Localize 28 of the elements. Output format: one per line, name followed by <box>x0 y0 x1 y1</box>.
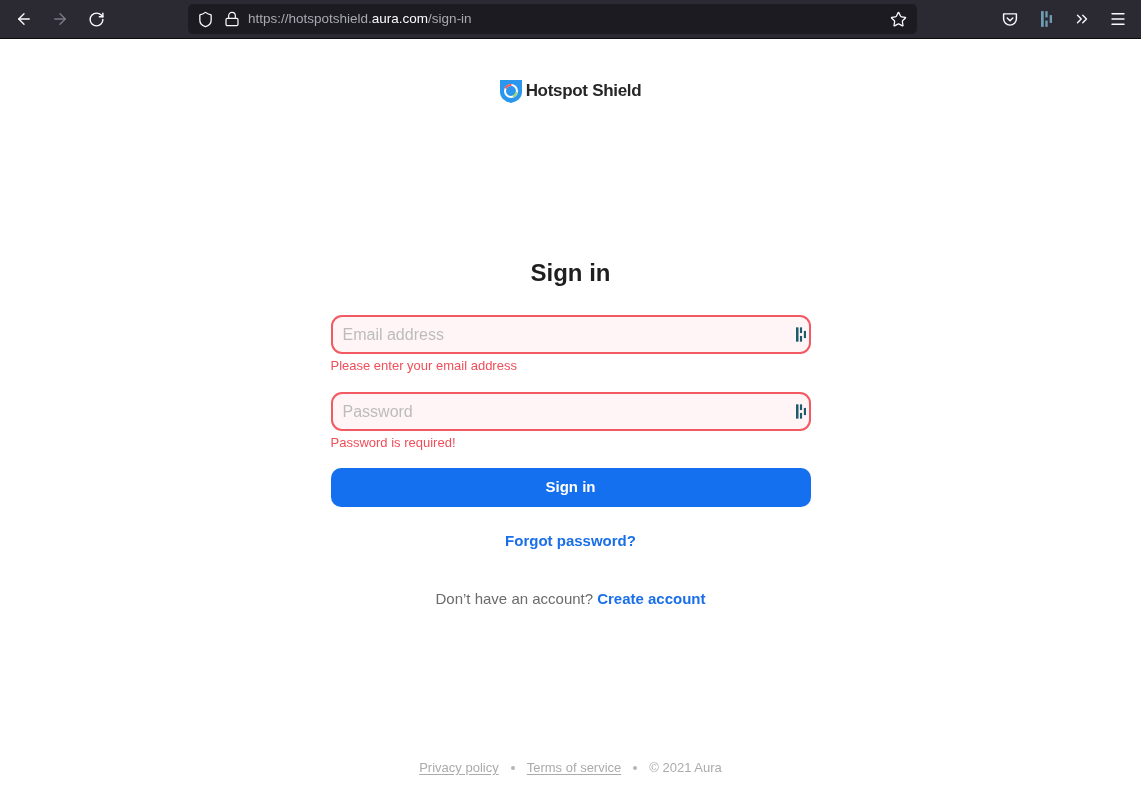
email-field[interactable]: Email address <box>330 315 811 354</box>
dot-separator-icon <box>633 766 638 770</box>
create-account-link[interactable]: Create account <box>597 589 706 609</box>
page-heading: Sign in <box>530 258 611 288</box>
shield-icon <box>197 10 214 28</box>
menu-icon <box>1109 10 1127 28</box>
forgot-password-link[interactable]: Forgot password? <box>505 531 636 551</box>
url-text: https://hotspotshield.aura.com/sign-in <box>248 9 472 28</box>
vertical-bars-icon <box>1040 11 1052 27</box>
error-message: Password is required! <box>330 435 457 451</box>
error-message: Please enter your email address <box>330 358 518 374</box>
vertical-bars-icon <box>795 404 806 419</box>
signup-prompt: Don’t have an account? <box>435 589 594 609</box>
reload-icon <box>87 10 105 28</box>
star-icon <box>889 10 907 28</box>
vertical-bars-icon <box>795 327 806 342</box>
logo-text: Hotspot Shield <box>525 79 642 102</box>
footer-link[interactable]: Privacy policy <box>419 760 499 776</box>
copyright-text: © 2021 Aura <box>649 760 722 776</box>
sign-in-button[interactable]: Sign in <box>330 468 811 507</box>
password-field[interactable]: Password <box>330 392 811 431</box>
footer-link[interactable]: Terms of service <box>526 760 622 776</box>
pocket-icon <box>1002 11 1018 27</box>
dot-separator-icon <box>510 766 515 770</box>
address-bar[interactable]: https://hotspotshield.aura.com/sign-in <box>188 4 917 34</box>
arrow-right-icon <box>51 10 69 28</box>
lock-icon <box>224 11 240 27</box>
shield-logo-icon <box>499 78 522 103</box>
